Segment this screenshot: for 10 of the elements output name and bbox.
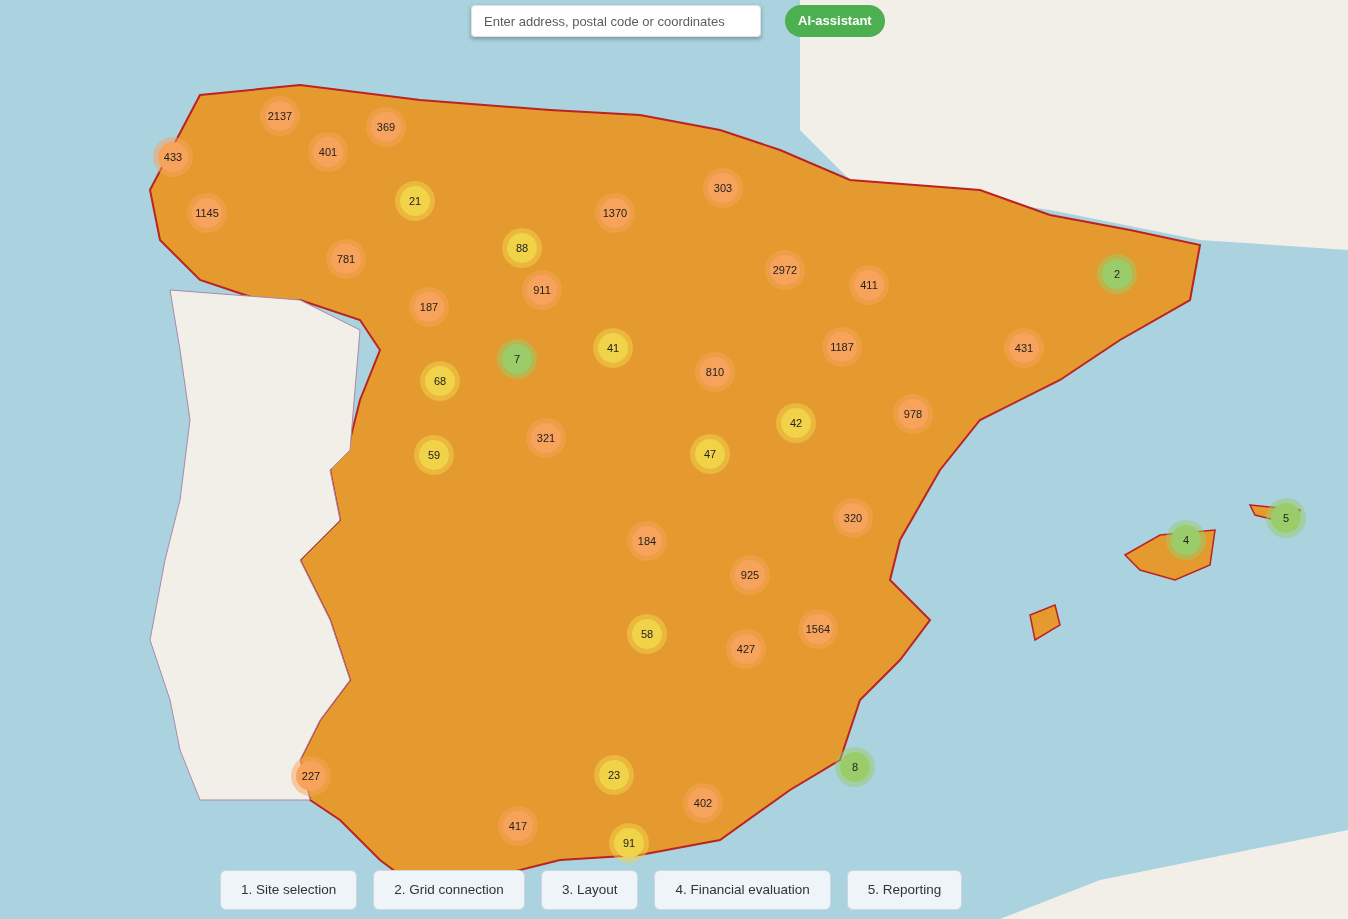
workflow-step-button[interactable]: 3. Layout (540, 870, 639, 910)
workflow-step-button[interactable]: 2. Grid connection (373, 870, 525, 910)
cluster-marker[interactable]: 8 (840, 752, 870, 782)
workflow-step-button[interactable]: 5. Reporting (846, 870, 963, 910)
cluster-marker[interactable]: 4 (1171, 525, 1201, 555)
workflow-step-button[interactable]: 1. Site selection (220, 870, 358, 910)
address-search-field[interactable]: Enter address, postal code or coordinates (471, 5, 761, 37)
cluster-marker[interactable]: 433 (158, 142, 188, 172)
cluster-marker[interactable]: 5 (1271, 503, 1301, 533)
workflow-step-button[interactable]: 4. Financial evaluation (654, 870, 831, 910)
